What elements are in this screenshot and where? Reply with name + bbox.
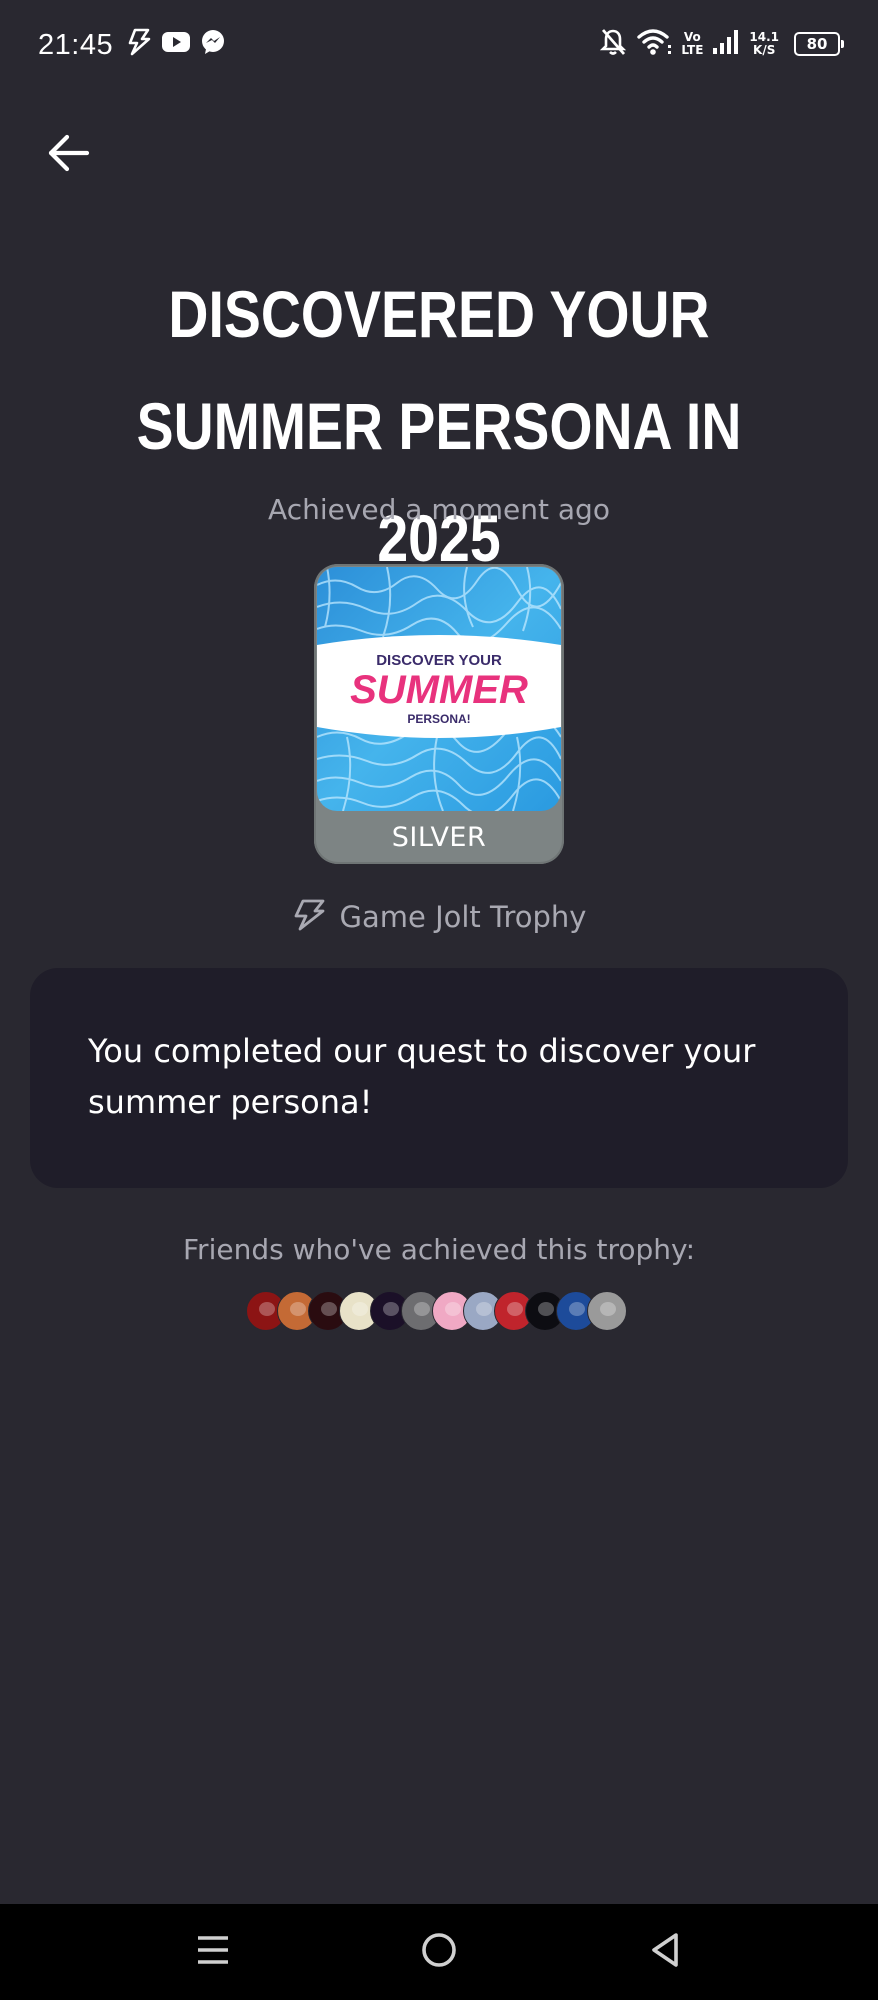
trophy-card: DISCOVER YOUR SUMMER PERSONA! SILVER [314, 564, 564, 864]
network-speed-unit: K/S [753, 43, 776, 57]
achieved-time: Achieved a moment ago [268, 493, 610, 526]
network-speed: 14.1 K/S [749, 31, 779, 57]
status-time: 21:45 [38, 29, 114, 61]
status-left-icons [126, 28, 226, 60]
avatar-highlight [352, 1302, 368, 1316]
trophy-type-label: Game Jolt Trophy [339, 900, 587, 934]
avatar-highlight [259, 1302, 275, 1316]
system-nav-bar [0, 1904, 878, 2000]
friends-label: Friends who've achieved this trophy: [182, 1233, 696, 1266]
avatar-highlight [290, 1302, 306, 1316]
game-jolt-icon [292, 898, 326, 937]
description-card: You completed our quest to discover your… [30, 968, 848, 1188]
avatar-highlight [600, 1302, 616, 1316]
status-bar: 21:45 Vo LTE 14.1 K/S 80 [0, 0, 878, 90]
trophy-type: Game Jolt Trophy [0, 892, 878, 942]
nav-home-button[interactable] [399, 1912, 479, 1992]
avatar-highlight [383, 1302, 399, 1316]
notifications-off-icon [599, 27, 627, 62]
friends-avatar-list [246, 1291, 627, 1333]
trophy-title: DISCOVERED YOUR SUMMER PERSONA IN 2025 [136, 277, 742, 575]
avatar-highlight [569, 1302, 585, 1316]
nav-menu-button[interactable] [173, 1912, 253, 1992]
avatar-highlight [507, 1302, 523, 1316]
nav-back-button[interactable] [625, 1912, 705, 1992]
avatar-highlight [414, 1302, 430, 1316]
battery-icon: 80 [794, 32, 844, 56]
avatar-highlight [538, 1302, 554, 1316]
cell-signal-icon [712, 28, 740, 61]
avatar-highlight [445, 1302, 461, 1316]
battery-level: 80 [806, 35, 828, 53]
avatar-highlight [321, 1302, 337, 1316]
back-triangle-icon [648, 1931, 682, 1974]
wifi-icon [636, 27, 672, 62]
trophy-image-text-top: DISCOVER YOUR [376, 652, 502, 669]
back-button[interactable] [38, 124, 100, 186]
avatar-highlight [476, 1302, 492, 1316]
trophy-image-text-bottom: PERSONA! [407, 712, 470, 726]
menu-icon [195, 1933, 231, 1972]
volte-bottom: LTE [681, 43, 704, 57]
flash-icon [126, 28, 152, 61]
trophy-image-text-main: SUMMER [350, 668, 528, 712]
trophy-description: You completed our quest to discover your… [88, 1032, 756, 1121]
home-icon [420, 1931, 458, 1974]
arrow-left-icon [47, 133, 91, 178]
status-right-icons: Vo LTE 14.1 K/S 80 [599, 26, 844, 62]
volte-icon: Vo LTE [681, 31, 703, 57]
trophy-tier-label: SILVER [391, 822, 487, 853]
friend-avatar-12[interactable] [587, 1291, 627, 1331]
youtube-icon [161, 30, 191, 59]
trophy-image: DISCOVER YOUR SUMMER PERSONA! [317, 567, 561, 811]
messenger-icon [200, 29, 226, 60]
